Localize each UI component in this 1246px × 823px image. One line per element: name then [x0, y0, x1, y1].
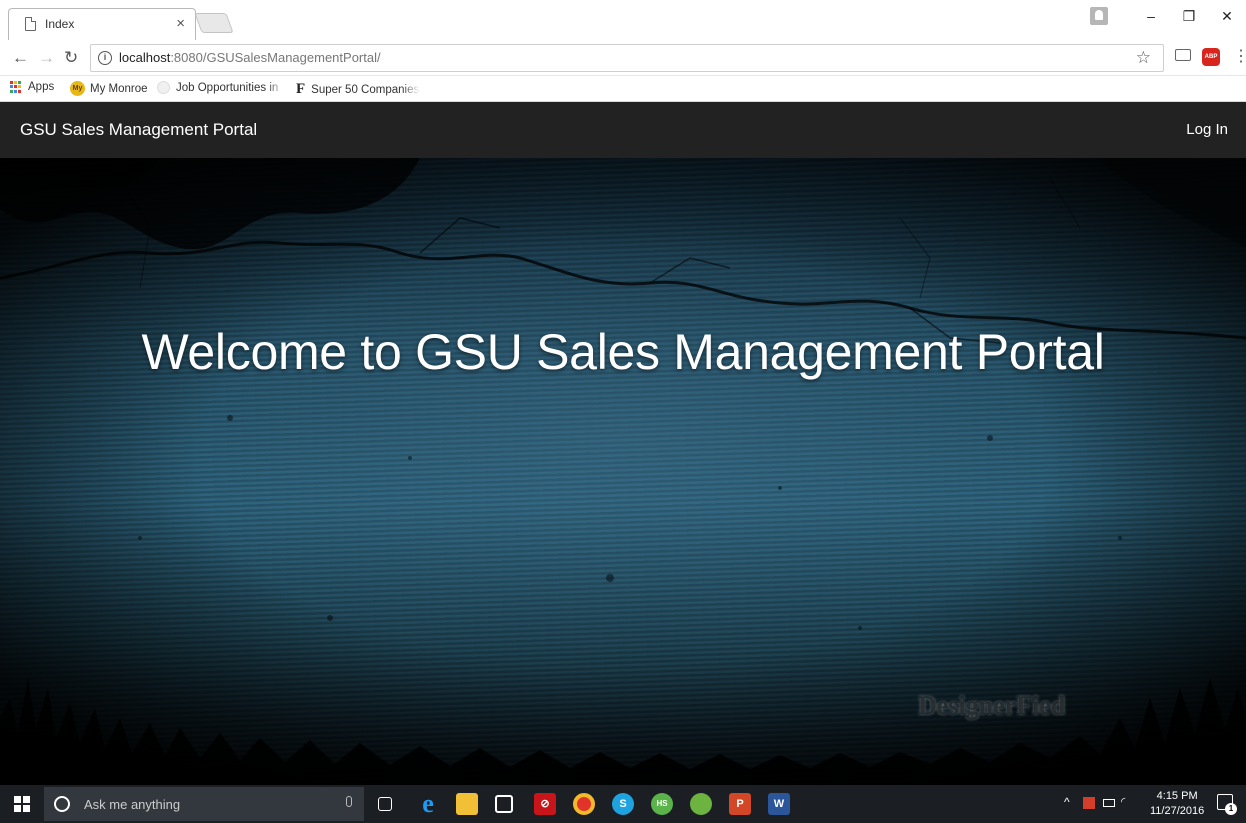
- cortana-search-box[interactable]: Ask me anything: [44, 787, 364, 821]
- cortana-icon: [54, 796, 70, 812]
- bookmarks-bar: Apps My My Monroe Job Opportunities in F…: [0, 76, 1246, 102]
- system-clock[interactable]: 4:15 PM 11/27/2016: [1150, 789, 1204, 819]
- browser-toolbar: ← → ↻ i localhost:8080/GSUSalesManagemen…: [0, 40, 1246, 76]
- reload-icon[interactable]: ↻: [64, 48, 78, 68]
- bookmark-label: Job Opportunities in: [176, 81, 279, 94]
- powerpoint-icon[interactable]: P: [729, 793, 751, 815]
- windows-start-icon[interactable]: [14, 796, 30, 812]
- browser-tab-strip: Index × – ❐ ✕: [0, 0, 1246, 40]
- action-center-icon[interactable]: 1: [1217, 794, 1237, 815]
- windows-taskbar: Ask me anything e ⊘ S HS P W ^ ◜ 4:15 PM…: [0, 785, 1246, 823]
- bookmark-label: My Monroe: [90, 82, 148, 95]
- file-explorer-icon[interactable]: [456, 793, 478, 815]
- fade-overlay: [402, 81, 420, 98]
- bookmark-apps[interactable]: Apps: [10, 81, 54, 93]
- close-window-button[interactable]: ✕: [1208, 8, 1246, 25]
- spring-tool-icon[interactable]: [690, 793, 712, 815]
- clock-time: 4:15 PM: [1156, 790, 1198, 802]
- close-icon[interactable]: ×: [176, 15, 185, 32]
- search-placeholder: Ask me anything: [84, 797, 181, 812]
- job-icon: [157, 81, 170, 94]
- page-icon: [25, 17, 36, 31]
- window-controls: – ❐ ✕: [1090, 0, 1246, 32]
- site-navbar: GSU Sales Management Portal Log In: [0, 102, 1246, 158]
- designer-watermark: DesignerFied: [918, 691, 1066, 720]
- edge-icon[interactable]: e: [417, 791, 439, 817]
- minimize-button[interactable]: –: [1132, 8, 1170, 24]
- profile-icon[interactable]: [1090, 7, 1108, 25]
- address-bar[interactable]: i localhost:8080/GSUSalesManagementPorta…: [90, 44, 1164, 72]
- hotspot-shield-icon[interactable]: HS: [651, 793, 673, 815]
- site-brand[interactable]: GSU Sales Management Portal: [20, 120, 257, 140]
- cast-icon[interactable]: [1175, 49, 1191, 61]
- store-icon[interactable]: [495, 795, 513, 813]
- adblock-plus-icon[interactable]: ABP: [1202, 48, 1220, 66]
- new-tab-button[interactable]: [194, 13, 234, 33]
- security-tray-icon[interactable]: [1083, 797, 1095, 809]
- info-icon[interactable]: i: [98, 51, 112, 65]
- word-icon[interactable]: W: [768, 793, 790, 815]
- task-view-icon[interactable]: [378, 797, 392, 811]
- skype-icon[interactable]: S: [612, 793, 634, 815]
- notification-badge: 1: [1225, 803, 1237, 815]
- hero-section: Welcome to GSU Sales Management Portal D…: [0, 158, 1246, 785]
- back-arrow-icon[interactable]: ←: [12, 48, 29, 68]
- tab-title: Index: [45, 17, 75, 31]
- tray-chevron-up-icon[interactable]: ^: [1064, 795, 1070, 809]
- browser-menu-icon[interactable]: ⋮: [1233, 46, 1246, 66]
- forward-arrow-icon[interactable]: →: [38, 48, 55, 68]
- bookmark-my-monroe[interactable]: My My Monroe: [70, 81, 148, 96]
- my-monroe-icon: My: [70, 81, 85, 96]
- tab-index[interactable]: Index ×: [8, 8, 196, 40]
- red-app-icon[interactable]: ⊘: [534, 793, 556, 815]
- wifi-icon[interactable]: ◜: [1121, 795, 1133, 808]
- apps-grid-icon: [10, 81, 22, 93]
- bookmark-star-icon[interactable]: ☆: [1136, 48, 1151, 68]
- fade-overlay: [267, 81, 285, 94]
- url-host: localhost: [119, 50, 171, 65]
- url-text: localhost:8080/GSUSalesManagementPortal/: [119, 50, 381, 65]
- hero-title: Welcome to GSU Sales Management Portal: [141, 324, 1105, 380]
- chrome-icon[interactable]: [573, 793, 595, 815]
- f-icon: F: [296, 81, 306, 97]
- microphone-icon[interactable]: [346, 796, 352, 807]
- clock-date: 11/27/2016: [1150, 805, 1205, 817]
- bookmark-label: Apps: [28, 81, 55, 93]
- battery-icon[interactable]: [1103, 799, 1115, 807]
- url-path: :8080/GSUSalesManagementPortal/: [170, 50, 381, 65]
- restore-button[interactable]: ❐: [1170, 8, 1208, 25]
- bookmark-job-opportunities[interactable]: Job Opportunities in: [157, 81, 285, 94]
- bookmark-super-50[interactable]: F Super 50 Companies: [296, 81, 420, 98]
- login-link[interactable]: Log In: [1186, 121, 1228, 138]
